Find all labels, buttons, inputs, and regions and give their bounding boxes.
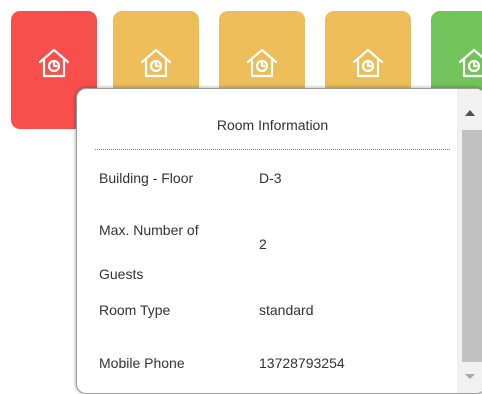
info-row-room-type: Room Type standard xyxy=(95,300,450,344)
info-value: standard xyxy=(259,302,314,318)
house-clock-icon xyxy=(456,45,482,81)
info-label: Mobile Phone xyxy=(99,355,185,371)
info-label: Max. Number of Guests xyxy=(99,222,199,282)
scroll-down-arrow-icon[interactable] xyxy=(465,374,475,379)
house-clock-icon xyxy=(36,45,72,81)
info-value: 13728793254 xyxy=(259,355,345,371)
room-info-popup: Room Information Building - Floor D-3 Ma… xyxy=(76,88,482,394)
info-row-mobile-phone: Mobile Phone 13728793254 xyxy=(95,344,450,384)
info-row-building-floor: Building - Floor D-3 xyxy=(95,150,450,210)
room-info-content: Room Information Building - Floor D-3 Ma… xyxy=(95,89,450,384)
scroll-thumb[interactable] xyxy=(462,130,482,362)
scrollbar[interactable] xyxy=(457,89,482,393)
info-value: D-3 xyxy=(259,170,282,186)
info-label: Building - Floor xyxy=(99,170,194,186)
house-clock-icon xyxy=(138,45,174,81)
scroll-up-arrow-icon[interactable] xyxy=(465,110,475,116)
popup-title: Room Information xyxy=(95,89,450,150)
room-status-view: Room Information Building - Floor D-3 Ma… xyxy=(0,0,482,394)
info-label: Room Type xyxy=(99,302,171,318)
house-clock-icon xyxy=(244,45,280,81)
info-value: 2 xyxy=(259,236,267,252)
info-row-max-guests: Max. Number of Guests 2 xyxy=(95,210,450,300)
house-clock-icon xyxy=(350,45,386,81)
